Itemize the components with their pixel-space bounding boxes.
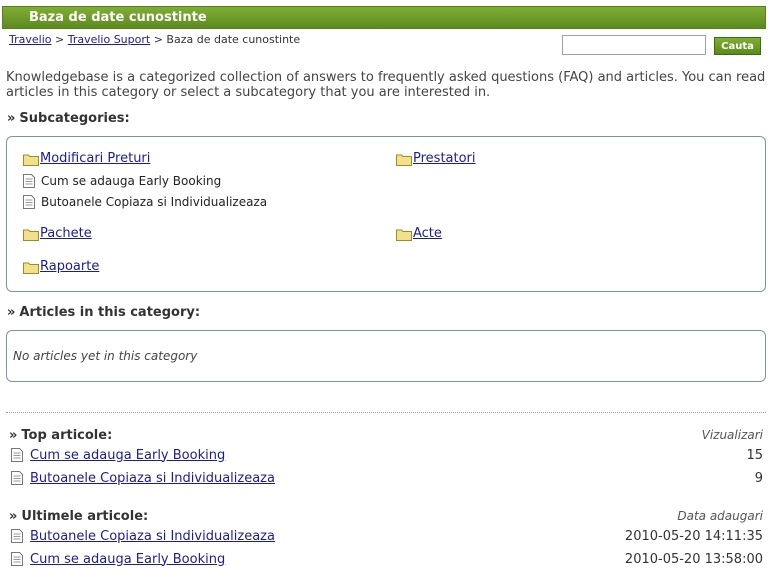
subcategory-item: Pachete [23, 226, 92, 241]
latest-articles-heading: » Ultimele articole: [9, 509, 149, 524]
date-added-column-header: Data adaugari [677, 509, 763, 523]
subcategory-link-acte[interactable]: Acte [413, 226, 442, 241]
top-article-link[interactable]: Butoanele Copiaza si Individualizeaza [30, 471, 275, 486]
breadcrumb-current: Baza de date cunostinte [166, 33, 301, 46]
document-icon [23, 195, 35, 209]
document-icon [11, 529, 23, 543]
date-added: 2010-05-20 13:58:00 [624, 551, 763, 567]
subcategory-item: Rapoarte [23, 259, 99, 274]
latest-article-link[interactable]: Cum se adauga Early Booking [30, 552, 225, 567]
views-column-header: Vizualizari [701, 428, 763, 442]
dotted-divider [6, 412, 766, 413]
document-icon [23, 174, 35, 188]
latest-article-row: Butoanele Copiaza si Individualizeaza 20… [11, 527, 763, 545]
latest-article-link[interactable]: Butoanele Copiaza si Individualizeaza [30, 529, 275, 544]
subcategory-article-item: Cum se adauga Early Booking [23, 174, 221, 188]
view-count: 9 [754, 470, 763, 486]
no-articles-message: No articles yet in this category [13, 349, 198, 363]
breadcrumb-link-travelio[interactable]: Travelio [9, 33, 52, 46]
articles-heading: » Articles in this category: [7, 305, 201, 320]
page-header-bar: Baza de date cunostinte [2, 6, 766, 29]
subcategory-link-modificari-preturi[interactable]: Modificari Preturi [40, 151, 150, 166]
folder-icon [396, 229, 412, 241]
document-icon [11, 471, 23, 485]
date-added: 2010-05-20 14:11:35 [624, 528, 763, 544]
subcategory-link-pachete[interactable]: Pachete [40, 226, 92, 241]
subcategory-article-label: Butoanele Copiaza si Individualizeaza [41, 195, 268, 209]
top-article-row: Cum se adauga Early Booking 15 [11, 446, 763, 464]
intro-text: Knowledgebase is a categorized collectio… [6, 70, 766, 100]
folder-icon [23, 262, 39, 274]
raquo-icon: » [7, 305, 16, 320]
subcategory-item: Prestatori [396, 151, 476, 166]
view-count: 15 [746, 447, 763, 463]
top-articles-heading: » Top articole: [9, 428, 113, 443]
document-icon [11, 448, 23, 462]
top-article-link[interactable]: Cum se adauga Early Booking [30, 448, 225, 463]
page-title: Baza de date cunostinte [29, 10, 207, 25]
raquo-icon: » [7, 111, 16, 126]
folder-icon [23, 229, 39, 241]
subcategory-link-rapoarte[interactable]: Rapoarte [40, 259, 99, 274]
breadcrumb-separator: > [55, 33, 65, 46]
document-icon [11, 552, 23, 566]
breadcrumb-link-travelio-suport[interactable]: Travelio Suport [68, 33, 150, 46]
breadcrumb-separator: > [153, 33, 163, 46]
subcategories-heading: » Subcategories: [7, 111, 130, 126]
latest-article-row: Cum se adauga Early Booking 2010-05-20 1… [11, 550, 763, 568]
folder-icon [396, 154, 412, 166]
folder-icon [23, 154, 39, 166]
raquo-icon: » [9, 428, 18, 443]
subcategory-article-item: Butoanele Copiaza si Individualizeaza [23, 195, 267, 209]
breadcrumb: Travelio > Travelio Suport > Baza de dat… [9, 33, 300, 46]
raquo-icon: » [9, 509, 18, 524]
search-button[interactable]: Cauta [714, 37, 761, 55]
top-article-row: Butoanele Copiaza si Individualizeaza 9 [11, 469, 763, 487]
subcategory-item: Acte [396, 226, 442, 241]
subcategory-link-prestatori[interactable]: Prestatori [413, 151, 476, 166]
subcategory-item: Modificari Preturi [23, 151, 150, 166]
search-input[interactable] [562, 35, 706, 55]
subcategory-article-label: Cum se adauga Early Booking [41, 174, 222, 188]
